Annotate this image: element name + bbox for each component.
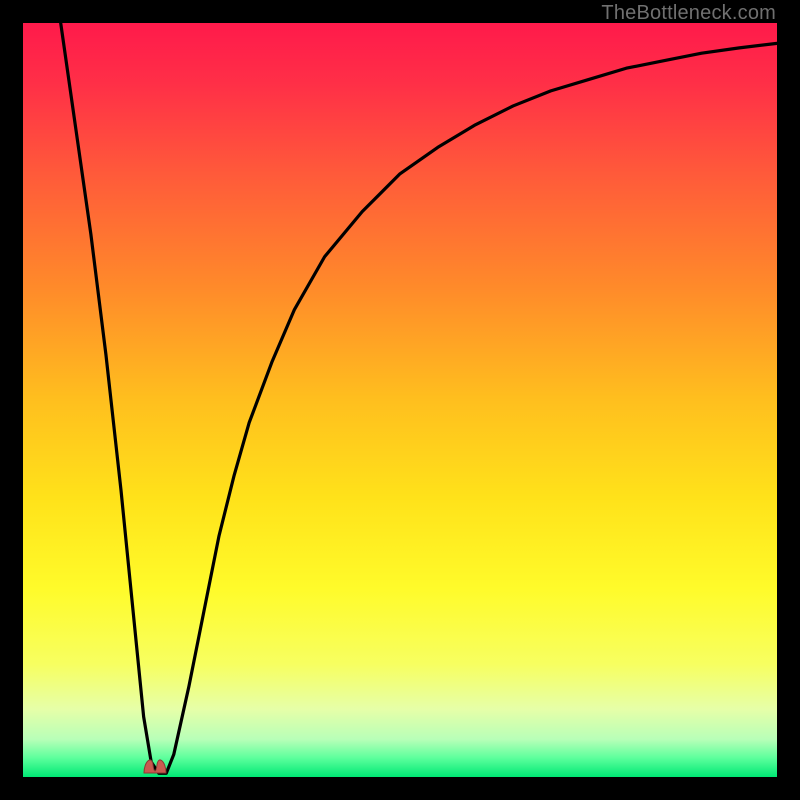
chart-frame: TheBottleneck.com <box>0 0 800 800</box>
optimal-point-marker <box>140 751 170 775</box>
plot-area <box>23 23 777 777</box>
bottleneck-curve <box>23 23 777 777</box>
watermark-text: TheBottleneck.com <box>601 2 776 25</box>
